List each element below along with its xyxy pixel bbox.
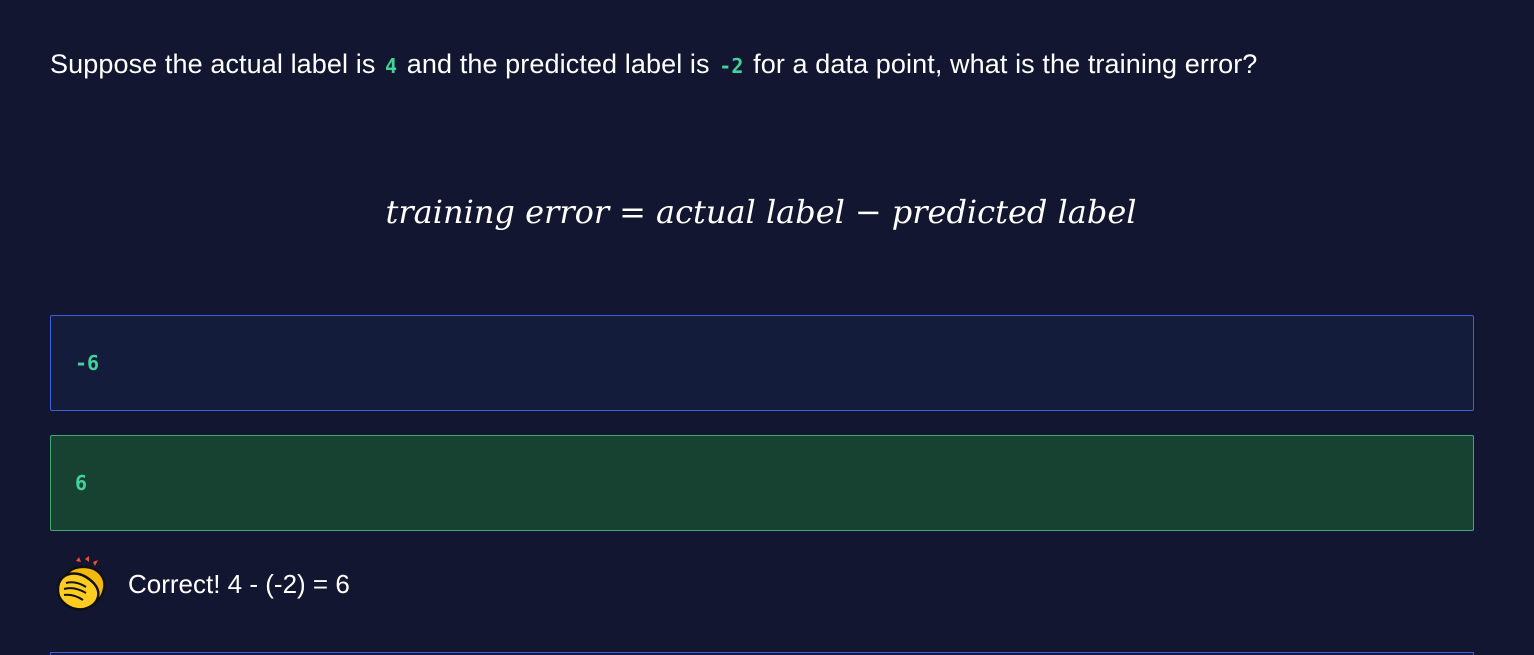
quiz-page: Suppose the actual label is 4 and the pr… (0, 0, 1534, 655)
clapping-hands-icon (56, 556, 106, 611)
question-part-1: Suppose the actual label is (50, 49, 376, 79)
training-error-formula: training error = actual label − predicted la… (0, 190, 1522, 234)
feedback-message: Correct! 4 - (-2) = 6 (54, 554, 350, 614)
answer-option-label: 6 (75, 471, 88, 495)
actual-label-value: 4 (385, 54, 398, 78)
answer-option-minus-6[interactable]: -6 (50, 315, 1474, 411)
feedback-text: Correct! 4 - (-2) = 6 (128, 569, 350, 599)
answer-option-6-correct[interactable]: 6 (50, 435, 1474, 531)
predicted-label-value: -2 (719, 54, 744, 78)
formula-term-actual: actual label (655, 193, 845, 231)
formula-lhs: training error (385, 193, 610, 231)
question-text: Suppose the actual label is 4 and the pr… (50, 44, 1257, 86)
formula-equals: = (619, 193, 646, 231)
question-part-2: and the predicted label is (406, 49, 710, 79)
question-part-3: for a data point, what is the training e… (753, 49, 1258, 79)
formula-minus: − (854, 193, 882, 231)
formula-term-predicted: predicted label (891, 193, 1137, 231)
answer-option-label: -6 (75, 351, 100, 375)
